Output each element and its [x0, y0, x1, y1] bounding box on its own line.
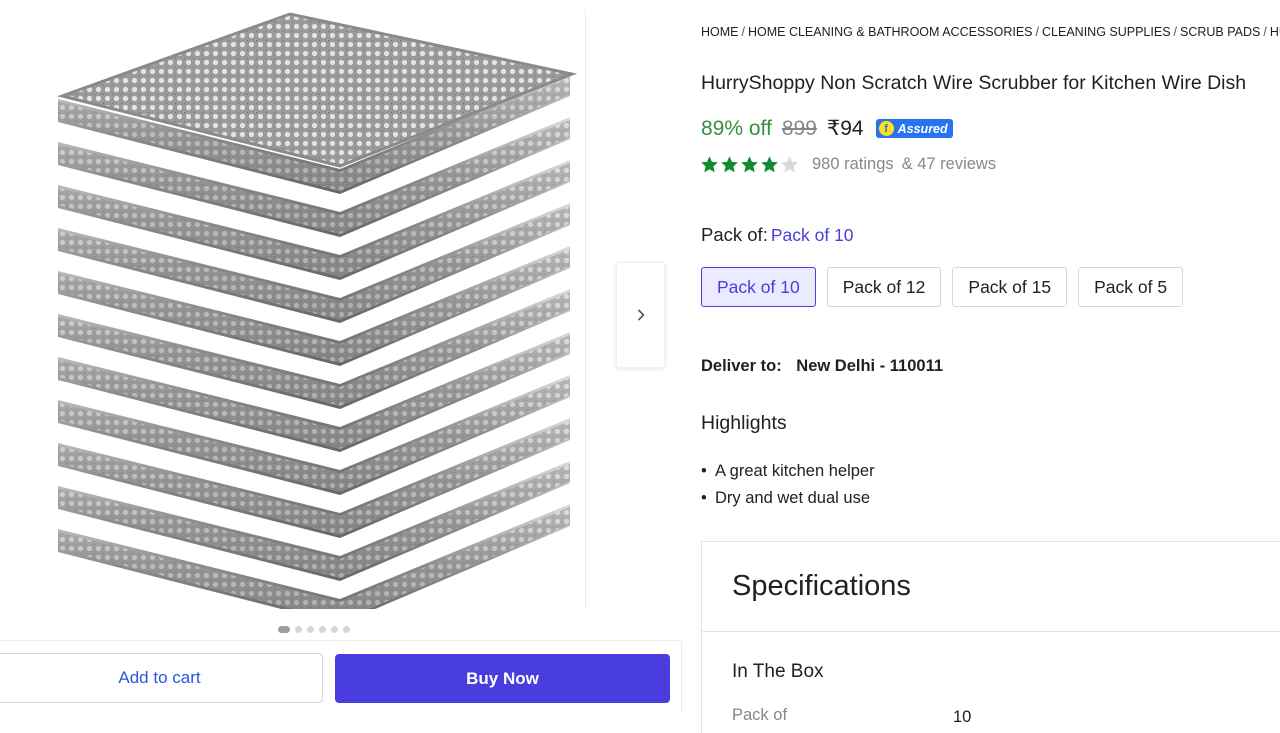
- reviews-count: & 47 reviews: [901, 155, 997, 173]
- highlights-title: Highlights: [701, 412, 787, 434]
- carousel-dot[interactable]: [319, 626, 326, 633]
- spec-section-title: In The Box: [732, 661, 824, 682]
- pack-selector-label: Pack of: Pack of 10: [701, 224, 854, 246]
- specifications-title: Specifications: [732, 570, 911, 602]
- pack-option[interactable]: Pack of 12: [826, 267, 942, 307]
- ratings-count: 980 ratings: [812, 155, 894, 173]
- breadcrumb-link[interactable]: HU: [1270, 25, 1280, 39]
- star-icon: [701, 156, 718, 173]
- buy-now-button[interactable]: Buy Now: [335, 654, 670, 703]
- bullet-icon: •: [701, 462, 707, 480]
- add-to-cart-button[interactable]: Add to cart: [0, 653, 323, 703]
- chevron-right-icon: [637, 309, 645, 321]
- next-image-button[interactable]: [616, 262, 665, 368]
- highlight-item: • A great kitchen helper: [701, 458, 875, 485]
- breadcrumb-separator: /: [1035, 25, 1040, 39]
- highlight-text: Dry and wet dual use: [715, 489, 871, 507]
- rating-stars: [700, 155, 799, 174]
- carousel-dot[interactable]: [295, 626, 302, 633]
- deliver-to-label: Deliver to:: [701, 357, 782, 375]
- spec-key: Pack of: [732, 706, 788, 724]
- breadcrumb-link[interactable]: HOME CLEANING & BATHROOM ACCESSORIES: [748, 25, 1033, 39]
- breadcrumb-separator: /: [741, 25, 745, 39]
- bullet-icon: •: [701, 489, 707, 507]
- pack-option[interactable]: Pack of 10: [701, 267, 816, 307]
- product-image: [56, 12, 578, 609]
- original-price: 899: [781, 116, 817, 140]
- product-gallery: Add to cart Buy Now: [0, 0, 686, 733]
- assured-label: Assured: [897, 121, 948, 136]
- pack-selected-value: Pack of 10: [770, 225, 854, 245]
- image-divider: [585, 10, 586, 608]
- price-row: 89% off 899 ₹94 f Assured: [701, 116, 953, 141]
- pack-option[interactable]: Pack of 15: [952, 267, 1068, 307]
- assured-badge: f Assured: [875, 119, 953, 138]
- spec-value: 10: [953, 708, 972, 726]
- carousel-dot[interactable]: [307, 626, 314, 633]
- discount-percent: 89% off: [701, 116, 772, 140]
- star-icon: [741, 156, 758, 173]
- product-title: HurryShoppy Non Scratch Wire Scrubber fo…: [701, 72, 1247, 94]
- product-image-area: [0, 0, 586, 612]
- action-bar: Add to cart Buy Now: [0, 640, 682, 714]
- selling-price: ₹94: [826, 117, 864, 140]
- star-icon: [761, 156, 778, 173]
- carousel-dot[interactable]: [343, 626, 350, 633]
- pack-options: Pack of 10 Pack of 12 Pack of 15 Pack of 5: [701, 267, 1184, 307]
- breadcrumb-separator: /: [1263, 25, 1267, 39]
- delivery-location[interactable]: New Delhi - 110011: [796, 357, 943, 375]
- highlight-item: • Dry and wet dual use: [701, 485, 875, 512]
- highlights-list: • A great kitchen helper • Dry and wet dual…: [701, 458, 875, 512]
- spec-divider: [702, 631, 1280, 632]
- carousel-dot[interactable]: [331, 626, 338, 633]
- breadcrumb-link[interactable]: HOME: [701, 25, 739, 39]
- flipkart-assured-icon: f: [878, 121, 894, 136]
- highlight-text: A great kitchen helper: [715, 462, 875, 480]
- carousel-dot[interactable]: [278, 626, 290, 633]
- breadcrumb: HOME / HOME CLEANING & BATHROOM ACCESSORIE…: [701, 25, 1280, 39]
- breadcrumb-link[interactable]: CLEANING SUPPLIES: [1042, 25, 1171, 39]
- pack-option[interactable]: Pack of 5: [1078, 267, 1184, 307]
- breadcrumb-separator: /: [1173, 25, 1178, 39]
- specifications-panel: Specifications In The Box Pack of 10: [701, 541, 1280, 733]
- delivery-info: Deliver to: New Delhi - 110011: [701, 357, 943, 376]
- image-carousel-dots: [278, 626, 350, 633]
- breadcrumb-link[interactable]: SCRUB PADS: [1180, 25, 1260, 39]
- cloth-top-face: [56, 12, 578, 168]
- rating-row[interactable]: 980 ratings & 47 reviews: [700, 155, 996, 174]
- pack-label-text: Pack of:: [701, 224, 768, 245]
- star-icon: [721, 156, 738, 173]
- star-icon: [781, 156, 798, 173]
